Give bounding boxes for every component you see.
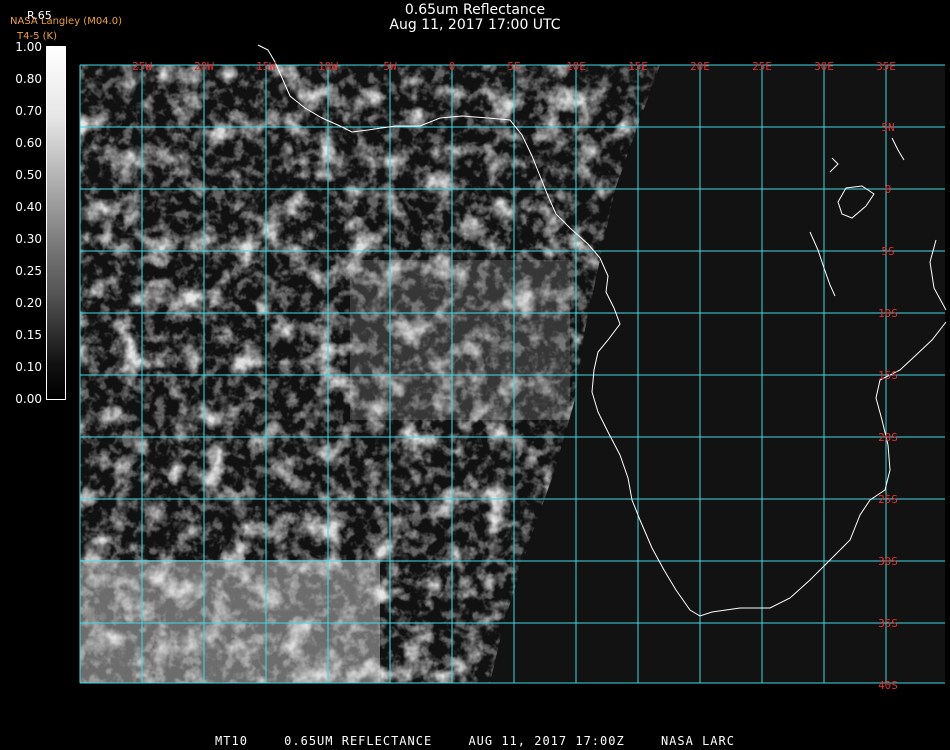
longitude-label: 20E	[690, 60, 710, 73]
footer-org: NASA LARC	[660, 734, 735, 748]
longitude-label: 0	[449, 60, 456, 73]
colorbar-tick-label: 0.25	[15, 264, 42, 278]
footer-product: 0.65UM REFLECTANCE	[284, 734, 433, 748]
latitude-label: 15S	[878, 369, 898, 382]
longitude-label: 10W	[318, 60, 338, 73]
longitude-label: 10E	[566, 60, 586, 73]
longitude-label: 30E	[814, 60, 834, 73]
footer-date: AUG 11, 2017 17:00Z	[468, 734, 625, 748]
image-title: 0.65um Reflectance	[404, 2, 546, 18]
colorbar-tick-label: 1.00	[15, 40, 42, 54]
latitude-label: 35S	[878, 617, 898, 630]
longitude-label: 20W	[194, 60, 214, 73]
producer-label: NASA Langley (M04.0)	[10, 16, 122, 27]
longitude-label: 25E	[752, 60, 772, 73]
colorbar-tick-label: 0.30	[15, 232, 42, 246]
longitude-label: 35E	[876, 60, 896, 73]
latitude-label: 40S	[878, 679, 898, 692]
longitude-label: 5E	[507, 60, 520, 73]
colorbar-tick-label: 0.80	[15, 72, 42, 86]
footer-bar: MT10 0.65UM REFLECTANCE AUG 11, 2017 17:…	[0, 734, 950, 748]
colorbar-tick-label: 0.00	[15, 392, 42, 406]
latitude-label: 20S	[878, 431, 898, 444]
latitude-label: 25S	[878, 493, 898, 506]
colorbar-tick-label: 0.60	[15, 136, 42, 150]
longitude-label: 5W	[383, 60, 397, 73]
grayscale-colorbar	[46, 46, 66, 400]
longitude-label: 15E	[628, 60, 648, 73]
colorbar-tick-label: 0.20	[15, 296, 42, 310]
footer-satellite: MT10	[215, 734, 248, 748]
image-datetime: Aug 11, 2017 17:00 UTC	[389, 17, 561, 33]
latitude-label: 5S	[881, 245, 894, 258]
latitude-label: 30S	[878, 555, 898, 568]
colorbar-tick-label: 0.50	[15, 168, 42, 182]
longitude-label: 25W	[132, 60, 152, 73]
latitude-label: 10S	[878, 307, 898, 320]
colorbar-tick-label: 0.10	[15, 360, 42, 374]
latitude-label: 5N	[881, 121, 894, 134]
colorbar-tick-label: 0.15	[15, 328, 42, 342]
satellite-map: 25W 20W 15W 10W 5W 0 5E 10E 15E 20E 25E 30E 35E 5N 0 5…	[79, 44, 947, 692]
colorbar-tick-label: 0.70	[15, 104, 42, 118]
longitude-label: 15W	[256, 60, 276, 73]
colorbar-tick-label: 0.40	[15, 200, 42, 214]
latitude-label: 0	[885, 183, 892, 196]
